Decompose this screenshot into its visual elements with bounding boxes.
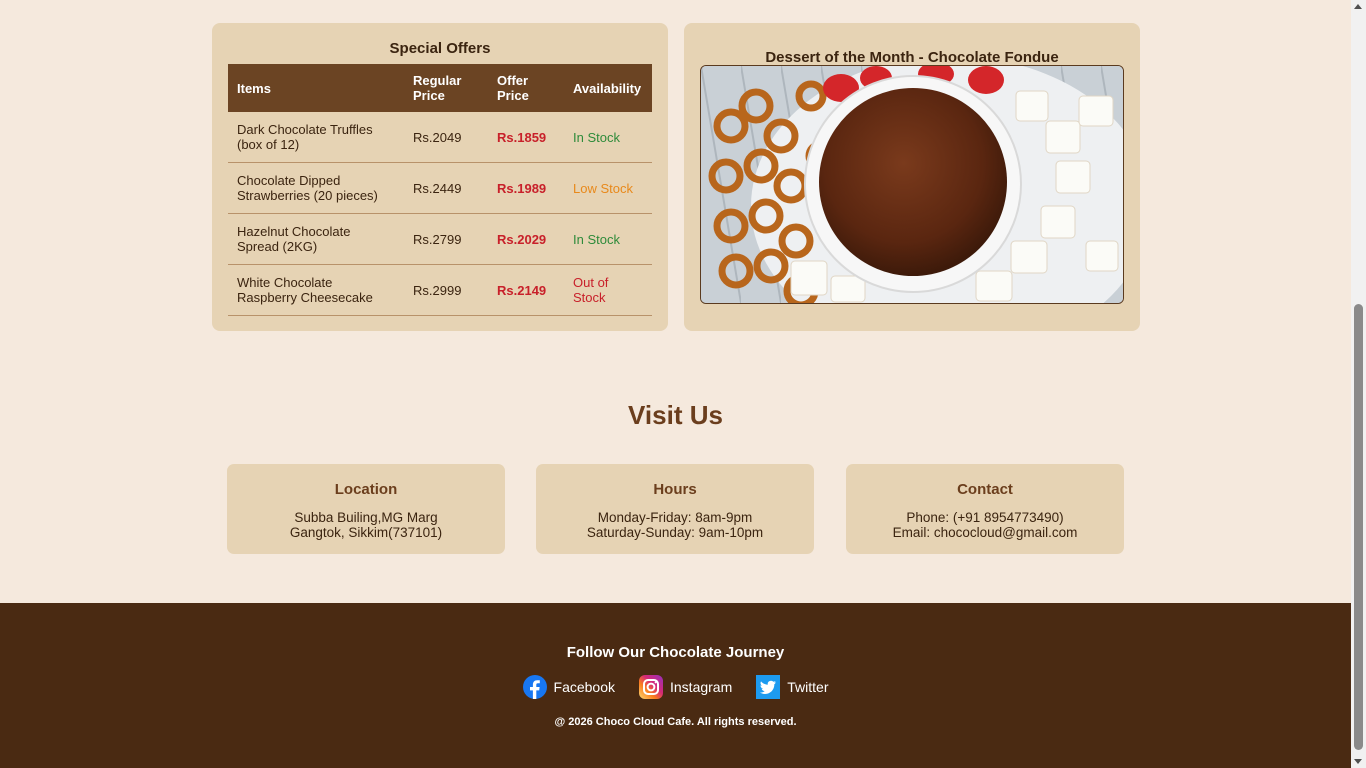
copyright-text: @ 2026 Choco Cloud Cafe. All rights rese… bbox=[554, 716, 797, 728]
offer-price: Rs.2149 bbox=[488, 264, 564, 316]
contact-email: Email: chococloud@gmail.com bbox=[892, 525, 1078, 540]
table-row: White Chocolate Raspberry Cheesecake Rs.… bbox=[228, 264, 652, 316]
hours-title: Hours bbox=[653, 481, 697, 498]
offer-price: Rs.1989 bbox=[488, 162, 564, 214]
scroll-down-arrow-icon[interactable] bbox=[1354, 759, 1362, 764]
location-title: Location bbox=[334, 481, 398, 498]
twitter-icon bbox=[756, 675, 781, 699]
dessert-of-month-panel: Dessert of the Month - Chocolate Fondue bbox=[684, 23, 1140, 331]
dessert-title: Dessert of the Month - Chocolate Fondue bbox=[765, 49, 1059, 66]
item-name: Dark Chocolate Truffles (box of 12) bbox=[228, 112, 404, 163]
follow-heading: Follow Our Chocolate Journey bbox=[566, 644, 785, 661]
visit-us-heading: Visit Us bbox=[628, 400, 723, 430]
header-regular-price: Regular Price bbox=[404, 64, 488, 112]
chocolate-fondue-image bbox=[700, 65, 1124, 304]
social-links: Facebook Instagram Twitter bbox=[0, 675, 1351, 699]
offer-price: Rs.1859 bbox=[488, 112, 564, 163]
availability-status: In Stock bbox=[564, 112, 652, 163]
contact-card: Contact Phone: (+91 8954773490) Email: c… bbox=[846, 464, 1124, 554]
instagram-icon bbox=[639, 675, 663, 699]
contact-title: Contact bbox=[957, 481, 1013, 498]
table-row: Chocolate Dipped Strawberries (20 pieces… bbox=[228, 162, 652, 214]
availability-status: In Stock bbox=[564, 213, 652, 265]
special-offers-title: Special Offers bbox=[389, 40, 491, 57]
table-row: Hazelnut Chocolate Spread (2KG) Rs.2799 … bbox=[228, 213, 652, 265]
scroll-up-arrow-icon[interactable] bbox=[1354, 4, 1362, 9]
twitter-label: Twitter bbox=[787, 679, 829, 695]
offer-price: Rs.2029 bbox=[488, 213, 564, 265]
location-line: Subba Builing,MG Marg bbox=[294, 510, 438, 525]
twitter-link[interactable]: Twitter bbox=[756, 675, 828, 699]
item-name: Hazelnut Chocolate Spread (2KG) bbox=[228, 213, 404, 265]
availability-status: Out of Stock bbox=[564, 264, 652, 316]
special-offers-panel: Special Offers Items Regular Price Offer… bbox=[212, 23, 668, 331]
regular-price: Rs.2049 bbox=[404, 112, 488, 163]
item-name: Chocolate Dipped Strawberries (20 pieces… bbox=[228, 162, 404, 214]
instagram-link[interactable]: Instagram bbox=[639, 675, 732, 699]
vertical-scrollbar[interactable] bbox=[1351, 0, 1366, 768]
facebook-label: Facebook bbox=[553, 679, 615, 695]
regular-price: Rs.2999 bbox=[404, 264, 488, 316]
special-offers-table: Items Regular Price Offer Price Availabi… bbox=[228, 64, 652, 316]
hours-line: Monday-Friday: 8am-9pm bbox=[597, 510, 753, 525]
availability-status: Low Stock bbox=[564, 162, 652, 214]
header-availability: Availability bbox=[564, 64, 652, 112]
location-card: Location Subba Builing,MG Marg Gangtok, … bbox=[227, 464, 505, 554]
hours-line: Saturday-Sunday: 9am-10pm bbox=[586, 525, 764, 540]
hours-card: Hours Monday-Friday: 8am-9pm Saturday-Su… bbox=[536, 464, 814, 554]
footer: Follow Our Chocolate Journey Facebook In… bbox=[0, 603, 1351, 768]
facebook-icon bbox=[522, 675, 547, 699]
header-offer-price: Offer Price bbox=[488, 64, 564, 112]
regular-price: Rs.2449 bbox=[404, 162, 488, 214]
page: Special Offers Items Regular Price Offer… bbox=[0, 0, 1351, 768]
table-header-row: Items Regular Price Offer Price Availabi… bbox=[228, 64, 652, 112]
contact-phone: Phone: (+91 8954773490) bbox=[906, 510, 1064, 525]
regular-price: Rs.2799 bbox=[404, 213, 488, 265]
header-items: Items bbox=[228, 64, 404, 112]
location-line: Gangtok, Sikkim(737101) bbox=[289, 525, 443, 540]
instagram-label: Instagram bbox=[670, 679, 733, 695]
item-name: White Chocolate Raspberry Cheesecake bbox=[228, 264, 404, 316]
table-row: Dark Chocolate Truffles (box of 12) Rs.2… bbox=[228, 112, 652, 163]
facebook-link[interactable]: Facebook bbox=[522, 675, 615, 699]
scrollbar-thumb[interactable] bbox=[1354, 304, 1363, 750]
fondue-illustration bbox=[701, 66, 1123, 303]
